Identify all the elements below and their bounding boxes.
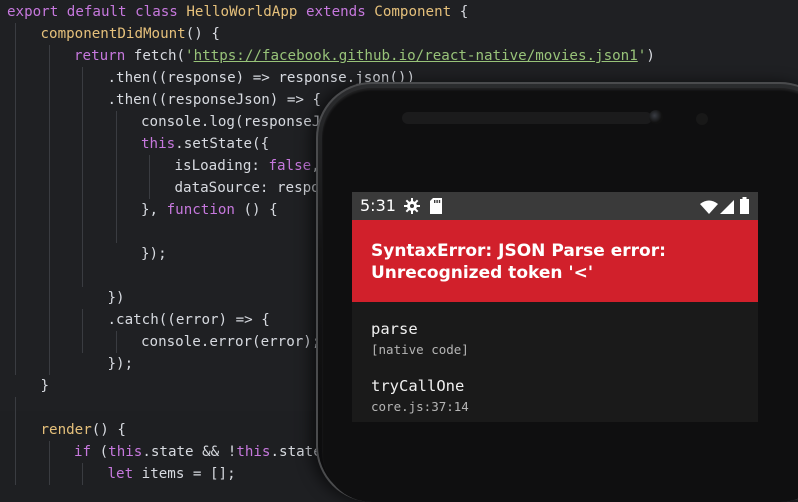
code-token: false bbox=[268, 158, 312, 174]
code-token: ' bbox=[185, 48, 194, 64]
code-line[interactable]: export default class HelloWorldApp exten… bbox=[7, 1, 468, 23]
code-token: { bbox=[451, 4, 469, 20]
code-line[interactable]: }); bbox=[141, 243, 167, 265]
indent-guide bbox=[82, 463, 83, 485]
error-title: SyntaxError: JSON Parse error: Unrecogni… bbox=[371, 241, 666, 283]
code-line[interactable]: this.setState({ bbox=[141, 133, 269, 155]
code-line[interactable]: }) bbox=[108, 287, 125, 309]
code-token: ) bbox=[646, 48, 655, 64]
code-token: } bbox=[40, 378, 50, 394]
code-line[interactable]: let items = []; bbox=[108, 463, 236, 485]
earpiece-speaker bbox=[402, 112, 652, 124]
error-banner: SyntaxError: JSON Parse error: Unrecogni… bbox=[352, 220, 758, 302]
code-line[interactable]: }, function () { bbox=[141, 199, 278, 221]
code-token: return bbox=[74, 48, 134, 64]
indent-guide bbox=[82, 309, 83, 353]
indent-guide bbox=[82, 67, 83, 287]
code-token: }) bbox=[107, 290, 125, 306]
code-line[interactable]: }); bbox=[108, 353, 134, 375]
code-token: dataSource: respon bbox=[174, 180, 329, 196]
proximity-sensor bbox=[696, 113, 708, 125]
indent-guide bbox=[15, 23, 16, 375]
code-line[interactable]: dataSource: respon bbox=[175, 177, 329, 199]
phone-frame: 5:31 SyntaxError: JSON Parse error: Unre… bbox=[316, 82, 798, 502]
code-token: () { bbox=[234, 202, 278, 218]
gear-icon bbox=[404, 198, 420, 218]
code-line[interactable]: } bbox=[41, 375, 50, 397]
indent-guide bbox=[48, 441, 50, 485]
stack-frame-function: tryCallOne bbox=[371, 377, 465, 395]
code-token: Component bbox=[374, 4, 452, 20]
status-time: 5:31 bbox=[360, 196, 396, 215]
code-token: ( bbox=[99, 444, 109, 460]
code-token: if bbox=[74, 444, 100, 460]
battery-icon bbox=[740, 197, 749, 218]
code-line[interactable]: .then((responseJson) => { bbox=[108, 89, 322, 111]
stack-frame[interactable]: parse [native code] bbox=[371, 320, 469, 357]
code-token: .state && ! bbox=[142, 444, 237, 460]
indent-guide bbox=[115, 331, 117, 353]
code-token: }, bbox=[141, 202, 167, 218]
stack-frame-location: core.js:37:14 bbox=[371, 399, 469, 414]
code-token: () { bbox=[91, 422, 126, 438]
status-bar: 5:31 bbox=[352, 192, 758, 220]
code-token: .then((responseJson) => { bbox=[107, 92, 322, 108]
front-camera bbox=[649, 110, 663, 124]
code-token: https://facebook.github.io/react-native/… bbox=[193, 48, 638, 64]
stack-frame[interactable]: tryCallOne core.js:37:14 bbox=[371, 377, 469, 414]
code-token: componentDidMount bbox=[40, 26, 186, 42]
code-line[interactable]: if (this.state && !this.state bbox=[74, 441, 322, 463]
code-token: isLoading: bbox=[174, 158, 269, 174]
code-token: console.log(responseJson bbox=[141, 114, 346, 130]
wifi-icon bbox=[700, 199, 718, 218]
sdcard-icon bbox=[430, 198, 442, 218]
code-token: items = []; bbox=[141, 466, 236, 482]
code-line[interactable]: console.error(error); bbox=[141, 331, 320, 353]
code-token: console.error(error); bbox=[141, 334, 321, 350]
indent-guide bbox=[149, 155, 150, 199]
code-token: .catch((error) => { bbox=[107, 312, 270, 328]
code-token: this bbox=[141, 136, 176, 152]
code-line[interactable]: console.log(responseJson bbox=[141, 111, 346, 133]
code-line[interactable]: return fetch('https://facebook.github.io… bbox=[74, 45, 655, 67]
code-token: .state bbox=[270, 444, 322, 460]
code-token: HelloWorldApp bbox=[186, 4, 298, 20]
phone-screen[interactable]: 5:31 SyntaxError: JSON Parse error: Unre… bbox=[352, 192, 758, 422]
code-token: fetch( bbox=[133, 48, 186, 64]
code-line[interactable]: componentDidMount() { bbox=[41, 23, 220, 45]
indent-guide bbox=[48, 45, 50, 375]
code-line[interactable]: render() { bbox=[41, 419, 126, 441]
code-token: function bbox=[166, 202, 235, 218]
code-token: () { bbox=[185, 26, 220, 42]
code-token: this bbox=[108, 444, 143, 460]
code-token: }); bbox=[107, 356, 134, 372]
code-token: let bbox=[107, 466, 142, 482]
indent-guide bbox=[115, 111, 117, 243]
code-token: extends bbox=[297, 4, 375, 20]
code-token: render bbox=[40, 422, 92, 438]
code-token: this bbox=[236, 444, 271, 460]
stack-frame-location: [native code] bbox=[371, 342, 469, 357]
code-token: .setState({ bbox=[175, 136, 270, 152]
code-token: }); bbox=[141, 246, 167, 262]
code-line[interactable]: .catch((error) => { bbox=[108, 309, 270, 331]
code-line[interactable]: isLoading: false, bbox=[175, 155, 320, 177]
signal-icon bbox=[720, 199, 734, 218]
indent-guide bbox=[15, 397, 16, 485]
stack-frame-function: parse bbox=[371, 320, 418, 338]
code-token: export default class bbox=[7, 4, 187, 20]
